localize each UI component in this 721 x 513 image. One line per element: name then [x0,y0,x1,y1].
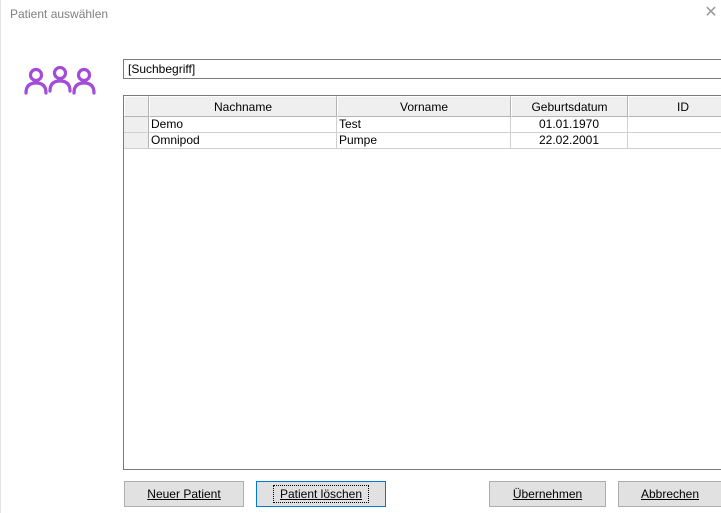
delete-patient-label: Patient löschen [279,487,363,501]
cell-id[interactable] [628,133,721,149]
cell-geburtsdatum[interactable]: 22.02.2001 [511,133,628,149]
delete-patient-button[interactable]: Patient löschen [256,481,386,507]
column-header-geburtsdatum[interactable]: Geburtsdatum [511,96,628,117]
cell-vorname[interactable]: Pumpe [337,133,511,149]
cell-nachname[interactable]: Demo [149,117,337,133]
focus-rect: Patient löschen [272,485,370,503]
cancel-label: Abbrechen [640,487,700,501]
table-header: Nachname Vorname Geburtsdatum ID [124,96,721,117]
cell-vorname[interactable]: Test [337,117,511,133]
patient-table: Nachname Vorname Geburtsdatum ID Demo Te… [123,95,721,470]
cell-id[interactable] [628,117,721,133]
column-header-nachname[interactable]: Nachname [149,96,337,117]
column-header-vorname[interactable]: Vorname [337,96,511,117]
table-row[interactable]: Omnipod Pumpe 22.02.2001 [124,133,721,149]
new-patient-button[interactable]: Neuer Patient [124,481,244,507]
apply-label: Übernehmen [512,487,583,501]
users-group-icon [24,66,96,95]
row-indicator[interactable] [124,117,149,133]
cell-geburtsdatum[interactable]: 01.01.1970 [511,117,628,133]
row-indicator[interactable] [124,133,149,149]
new-patient-label: Neuer Patient [147,487,221,501]
cancel-button[interactable]: Abbrechen [618,481,721,507]
close-icon[interactable]: ✕ [701,3,721,23]
table-header-corner[interactable] [124,96,149,117]
search-input[interactable]: [Suchbegriff] [123,59,721,79]
patient-select-dialog: Patient auswählen ✕ [Suchbegriff] Nachna… [0,0,721,513]
cell-nachname[interactable]: Omnipod [149,133,337,149]
column-header-id[interactable]: ID [628,96,721,117]
window-title: Patient auswählen [10,7,109,21]
table-row[interactable]: Demo Test 01.01.1970 [124,117,721,133]
apply-button[interactable]: Übernehmen [489,481,606,507]
